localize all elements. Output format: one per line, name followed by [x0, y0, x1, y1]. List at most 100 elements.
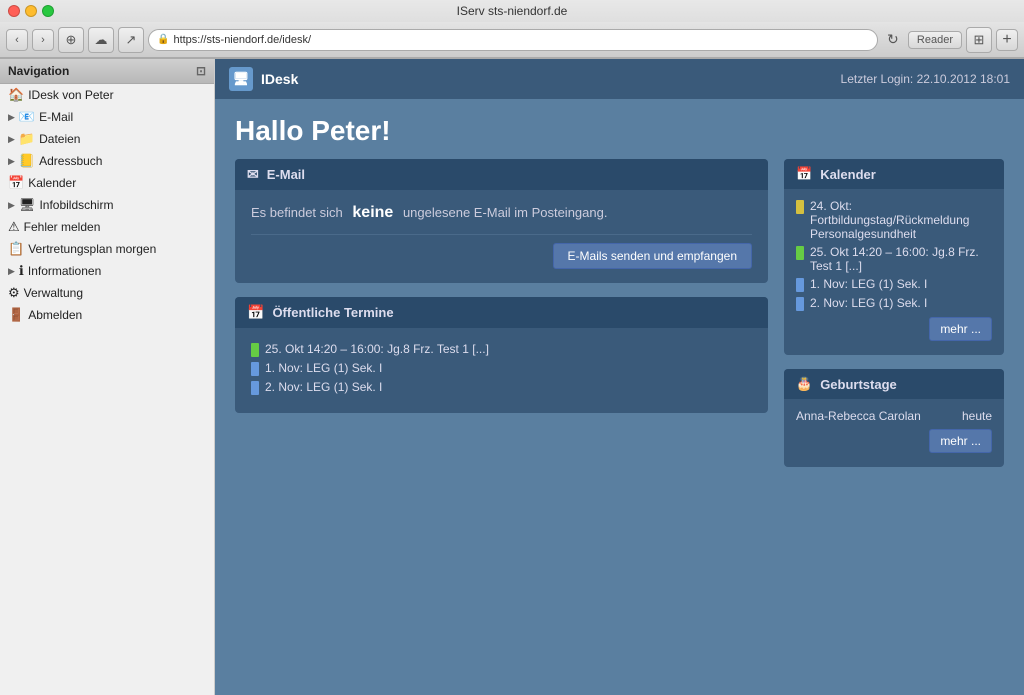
- last-login: Letzter Login: 22.10.2012 18:01: [841, 72, 1010, 86]
- reload-button[interactable]: ↻: [882, 29, 904, 51]
- email-message: Es befindet sich keine ungelesene E-Mail…: [251, 204, 752, 222]
- kalender-item: 25. Okt 14:20 – 16:00: Jg.8 Frz. Test 1 …: [796, 245, 992, 273]
- last-login-label: Letzter Login:: [841, 72, 914, 86]
- informationen-icon: ℹ: [19, 263, 24, 279]
- email-post: ungelesene E-Mail im Posteingang.: [403, 205, 608, 220]
- url-text: https://sts-niendorf.de/idesk/: [173, 34, 311, 46]
- color-dot-green: [796, 246, 804, 260]
- kalender-card-title: Kalender: [820, 167, 876, 182]
- kalender-card: 📅 Kalender 24. Okt: Fortbildungstag/Rück…: [784, 159, 1004, 355]
- kalender-item-text: 2. Nov: LEG (1) Sek. I: [810, 296, 927, 310]
- color-dot-blue: [251, 381, 259, 395]
- termine-item: 1. Nov: LEG (1) Sek. I: [251, 361, 752, 376]
- kalender-item-text: 1. Nov: LEG (1) Sek. I: [810, 277, 927, 291]
- content-area: 🖥 IDesk Letzter Login: 22.10.2012 18:01 …: [215, 59, 1024, 695]
- email-card-title: E-Mail: [267, 167, 305, 182]
- sidebar-item-label: Fehler melden: [24, 220, 101, 234]
- back-button[interactable]: ‹: [6, 29, 28, 51]
- idesk-title: 🖥 IDesk: [229, 67, 298, 91]
- kalender-item: 2. Nov: LEG (1) Sek. I: [796, 296, 992, 311]
- content-inner: Hallo Peter! ✉ E-Mail Es befindet sich: [215, 99, 1024, 695]
- sidebar-item-label: Kalender: [28, 176, 76, 190]
- dateien-icon: 📁: [19, 131, 35, 147]
- cloud-button[interactable]: ☁: [88, 27, 114, 53]
- idesk-label: IDesk: [261, 71, 298, 87]
- maximize-button[interactable]: [42, 5, 54, 17]
- idesk-icon: 🏠: [8, 87, 24, 103]
- expand-icon: ▶: [8, 200, 15, 211]
- lock-icon: 🔒: [157, 34, 169, 45]
- sidebar-item-idesk[interactable]: 🏠 IDesk von Peter: [0, 84, 214, 106]
- email-bold: keine: [352, 204, 393, 221]
- grid-button[interactable]: ⊞: [966, 27, 992, 53]
- sidebar: Navigation ⊡ 🏠 IDesk von Peter ▶ 📧 E-Mai…: [0, 59, 215, 695]
- kalender-icon: 📅: [8, 175, 24, 191]
- window-title: IServ sts-niendorf.de: [457, 4, 568, 18]
- sidebar-item-label: Informationen: [28, 264, 101, 278]
- home-button[interactable]: ⊕: [58, 27, 84, 53]
- sidebar-item-label: Adressbuch: [39, 154, 102, 168]
- email-card-body: Es befindet sich keine ungelesene E-Mail…: [235, 190, 768, 283]
- sidebar-toggle-icon[interactable]: ⊡: [196, 64, 206, 78]
- termine-card-header: 📅 Öffentliche Termine: [235, 297, 768, 328]
- geburtstage-mehr-button[interactable]: mehr ...: [929, 429, 992, 453]
- address-bar[interactable]: 🔒 https://sts-niendorf.de/idesk/: [148, 29, 878, 51]
- share-button[interactable]: ↗: [118, 27, 144, 53]
- close-button[interactable]: [8, 5, 20, 17]
- email-send-receive-button[interactable]: E-Mails senden und empfangen: [553, 243, 752, 269]
- abmelden-icon: 🚪: [8, 307, 24, 323]
- sidebar-item-fehler[interactable]: ⚠ Fehler melden: [0, 216, 214, 238]
- sidebar-item-label: E-Mail: [39, 110, 73, 124]
- kalender-card-body: 24. Okt: Fortbildungstag/Rückmeldung Per…: [784, 189, 1004, 355]
- right-column: 📅 Kalender 24. Okt: Fortbildungstag/Rück…: [784, 159, 1004, 481]
- birthday-row: Anna-Rebecca Carolan heute: [796, 409, 992, 423]
- termine-item-text: 25. Okt 14:20 – 16:00: Jg.8 Frz. Test 1 …: [265, 342, 489, 356]
- sidebar-item-infobildschirm[interactable]: ▶ 🖥 Infobildschirm: [0, 194, 214, 216]
- new-tab-button[interactable]: +: [996, 29, 1018, 51]
- termine-card-icon: 📅: [247, 304, 264, 321]
- title-bar: IServ sts-niendorf.de: [0, 0, 1024, 22]
- sidebar-header: Navigation ⊡: [0, 59, 214, 84]
- last-login-value: 22.10.2012 18:01: [917, 72, 1010, 86]
- termine-item-text: 2. Nov: LEG (1) Sek. I: [265, 380, 382, 394]
- color-dot-blue: [251, 362, 259, 376]
- kalender-item-text: 24. Okt: Fortbildungstag/Rückmeldung Per…: [810, 199, 992, 241]
- traffic-lights: [8, 5, 54, 17]
- birthday-date: heute: [962, 409, 992, 423]
- sidebar-item-label: Verwaltung: [24, 286, 83, 300]
- sidebar-item-email[interactable]: ▶ 📧 E-Mail: [0, 106, 214, 128]
- kalender-card-icon: 📅: [796, 166, 812, 182]
- minimize-button[interactable]: [25, 5, 37, 17]
- sidebar-item-dateien[interactable]: ▶ 📁 Dateien: [0, 128, 214, 150]
- sidebar-item-kalender[interactable]: 📅 Kalender: [0, 172, 214, 194]
- color-dot-green: [251, 343, 259, 357]
- kalender-item: 24. Okt: Fortbildungstag/Rückmeldung Per…: [796, 199, 992, 241]
- termine-item: 2. Nov: LEG (1) Sek. I: [251, 380, 752, 395]
- sidebar-item-informationen[interactable]: ▶ ℹ Informationen: [0, 260, 214, 282]
- two-column-layout: ✉ E-Mail Es befindet sich keine ungelese…: [235, 159, 1004, 481]
- expand-icon: ▶: [8, 156, 15, 167]
- sidebar-item-abmelden[interactable]: 🚪 Abmelden: [0, 304, 214, 326]
- idesk-logo: 🖥: [229, 67, 253, 91]
- infobildschirm-icon: 🖥: [19, 197, 36, 213]
- sidebar-item-vertretungsplan[interactable]: 📋 Vertretungsplan morgen: [0, 238, 214, 260]
- color-dot-blue: [796, 278, 804, 292]
- sidebar-item-adressbuch[interactable]: ▶ 📒 Adressbuch: [0, 150, 214, 172]
- reader-button[interactable]: Reader: [908, 31, 962, 49]
- expand-icon: ▶: [8, 266, 15, 277]
- kalender-mehr-button[interactable]: mehr ...: [929, 317, 992, 341]
- termine-item: 25. Okt 14:20 – 16:00: Jg.8 Frz. Test 1 …: [251, 342, 752, 357]
- geburtstage-card-header: 🎂 Geburtstage: [784, 369, 1004, 399]
- main-container: Navigation ⊡ 🏠 IDesk von Peter ▶ 📧 E-Mai…: [0, 59, 1024, 695]
- forward-button[interactable]: ›: [32, 29, 54, 51]
- sidebar-item-label: Abmelden: [28, 308, 82, 322]
- color-dot-blue2: [796, 297, 804, 311]
- geburtstage-card: 🎂 Geburtstage Anna-Rebecca Carolan heute…: [784, 369, 1004, 467]
- color-dot-yellow: [796, 200, 804, 214]
- fehler-icon: ⚠: [8, 219, 20, 235]
- termine-card-title: Öffentliche Termine: [272, 305, 393, 320]
- sidebar-item-verwaltung[interactable]: ⚙ Verwaltung: [0, 282, 214, 304]
- geburtstage-card-title: Geburtstage: [820, 377, 897, 392]
- vertretungsplan-icon: 📋: [8, 241, 24, 257]
- email-pre: Es befindet sich: [251, 205, 343, 220]
